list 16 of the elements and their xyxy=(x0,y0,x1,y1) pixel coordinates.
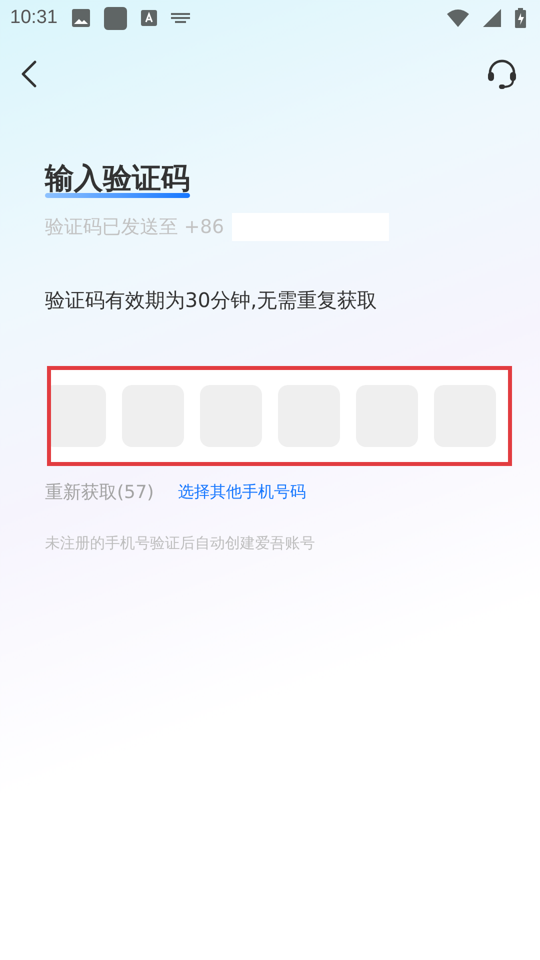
square-icon xyxy=(104,6,127,30)
page-title: 输入验证码 xyxy=(45,164,190,193)
change-number-link[interactable]: 选择其他手机号码 xyxy=(178,482,306,502)
battery-icon xyxy=(515,8,526,28)
headset-icon[interactable] xyxy=(486,58,518,90)
sent-to-text: 验证码已发送至 +86 xyxy=(45,215,224,240)
back-icon[interactable] xyxy=(20,60,38,88)
code-digit-field[interactable] xyxy=(51,385,106,447)
image-icon xyxy=(72,9,90,27)
signal-icon xyxy=(483,9,501,27)
keyboard-letter-icon xyxy=(140,10,157,26)
registration-note: 未注册的手机号验证后自动创建爱吾账号 xyxy=(45,534,316,553)
keyboard-icon xyxy=(170,13,190,23)
validity-notice: 验证码有效期为30分钟,无需重复获取 xyxy=(45,287,378,314)
status-time: 10:31 xyxy=(10,7,58,29)
wifi-icon xyxy=(447,9,469,27)
